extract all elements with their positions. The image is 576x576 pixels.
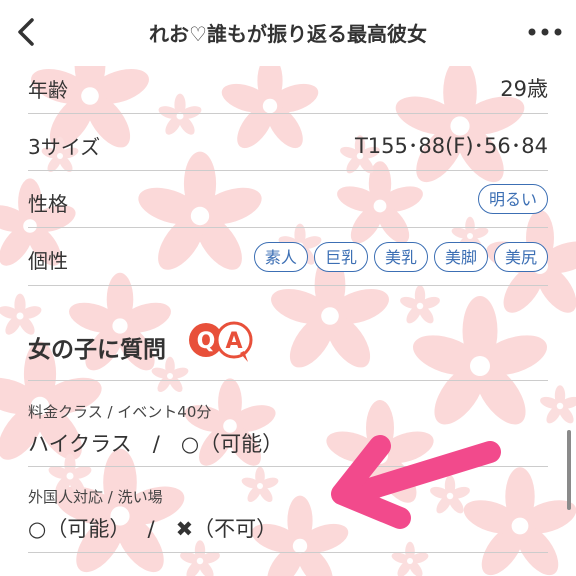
qa-section-title: 女の子に質問 [28,337,166,363]
trait-tag[interactable]: 巨乳 [313,242,368,272]
page-title: れお♡誰もが振り返る最高彼女 [149,22,427,46]
row-label: 性格 [28,192,68,216]
trait-tags: 素人 巨乳 美乳 美脚 美尻 [253,242,548,272]
trait-tag[interactable]: 美脚 [433,242,488,272]
back-chevron-icon[interactable] [12,14,42,50]
trait-tag[interactable]: 美乳 [373,242,428,272]
trait-tag[interactable]: 美尻 [493,242,548,272]
top-bar: れお♡誰もが振り返る最高彼女 [0,0,576,66]
profile-row-age: 年齢 29歳 [28,58,548,114]
trait-tag[interactable]: 素人 [253,242,308,272]
qa-answer: ハイクラス / ○（可能） [28,432,284,456]
row-label: 個性 [28,249,68,273]
scrollbar[interactable] [567,430,571,510]
profile-row-size: 3サイズ T155･88(F)･56･84 [28,114,548,171]
row-label: 3サイズ [28,135,101,159]
profile-row-personality: 性格 明るい [28,171,548,228]
more-dots-icon[interactable] [526,24,566,38]
qa-question: 料金クラス / イベント40分 [28,403,212,421]
qa-badge-icon: Q A [188,320,260,368]
qa-badge-a: A [225,329,242,354]
row-value: 29歳 [500,77,548,101]
qa-question: 外国人対応 / 洗い場 [28,488,163,506]
pink-arrow-annotation [320,430,510,544]
qa-badge-q: Q [197,329,216,354]
profile-row-traits: 個性 素人 巨乳 美乳 美脚 美尻 [28,228,548,286]
qa-answer: ○（可能） / ✖（不可） [28,517,278,541]
row-value: T155･88(F)･56･84 [354,134,548,158]
personality-tag[interactable]: 明るい [477,184,548,214]
row-label: 年齢 [28,78,68,102]
